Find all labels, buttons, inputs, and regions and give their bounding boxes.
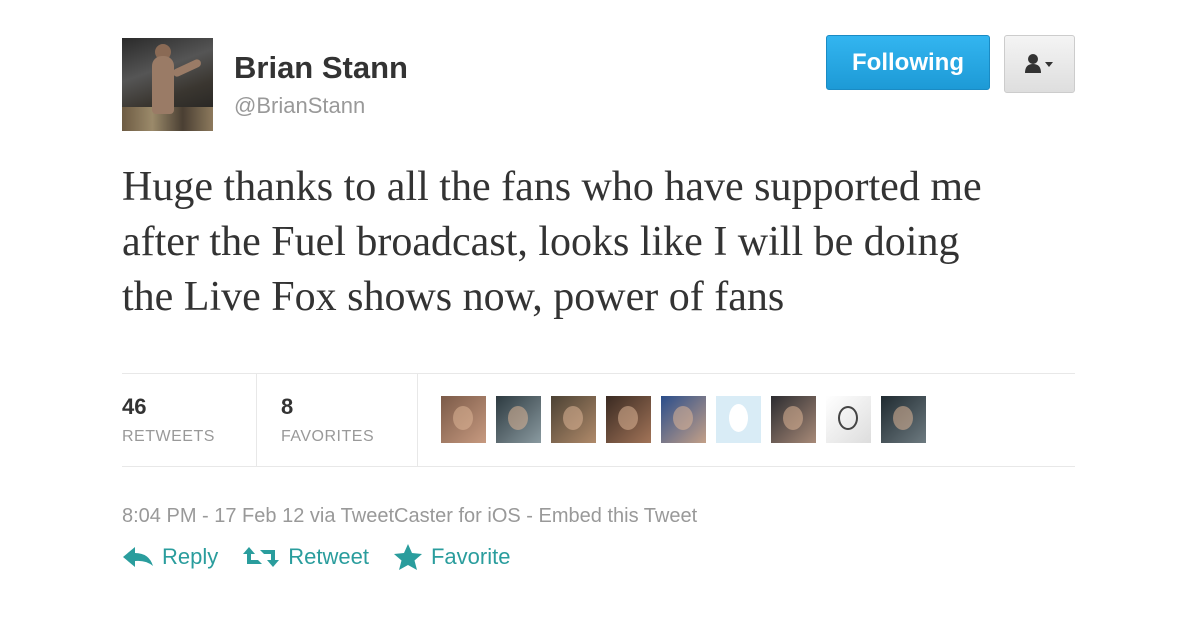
favoriter-avatar[interactable] [606, 396, 651, 443]
favoriter-avatar[interactable] [496, 396, 541, 443]
retweet-icon [243, 547, 280, 567]
tweet-line: after the Fuel broadcast, looks like I w… [122, 219, 960, 265]
reply-label: Reply [162, 544, 219, 569]
user-dropdown-icon [1024, 54, 1053, 73]
tweet-source[interactable]: via TweetCaster for iOS [310, 505, 521, 527]
tweet-metadata: 8:04 PM - 17 Feb 12 via TweetCaster for … [122, 505, 697, 528]
stats-divider-top [122, 373, 1075, 374]
stats-separator [417, 374, 418, 466]
meta-separator: - [526, 505, 533, 527]
favoriter-avatar[interactable] [881, 396, 926, 443]
retweet-label[interactable]: RETWEETS [122, 428, 215, 446]
reply-icon [123, 547, 153, 567]
following-button-label: Following [852, 48, 964, 76]
stats-separator [256, 374, 257, 466]
favoriter-avatar[interactable] [826, 396, 871, 443]
favoriter-avatar[interactable] [551, 396, 596, 443]
avatar-figure-arm [171, 58, 203, 78]
avatar-figure-body [152, 56, 174, 114]
retweet-button[interactable]: Retweet [242, 544, 369, 570]
favorite-label[interactable]: FAVORITES [281, 428, 374, 446]
favorite-button[interactable]: Favorite [393, 543, 510, 571]
tweet-text: Huge thanks to all the fans who have sup… [122, 160, 1102, 325]
tweet-line: Huge thanks to all the fans who have sup… [122, 164, 982, 210]
author-name[interactable]: Brian Stann [234, 50, 408, 86]
reply-button[interactable]: Reply [122, 544, 218, 570]
favoriter-avatar[interactable] [716, 396, 761, 443]
favoriter-avatar[interactable] [661, 396, 706, 443]
favorite-label: Favorite [430, 544, 511, 569]
tweet-timestamp[interactable]: 8:04 PM - 17 Feb 12 [122, 505, 304, 527]
retweet-count[interactable]: 46 [122, 394, 146, 420]
retweet-label: Retweet [288, 544, 369, 569]
author-handle[interactable]: @BrianStann [234, 93, 365, 119]
favoriter-avatar[interactable] [441, 396, 486, 443]
tweet-line: the Live Fox shows now, power of fans [122, 274, 785, 320]
user-actions-button[interactable] [1004, 35, 1075, 93]
favorite-count[interactable]: 8 [281, 394, 293, 420]
favoriter-avatar[interactable] [771, 396, 816, 443]
author-avatar[interactable] [122, 38, 213, 131]
following-button[interactable]: Following [826, 35, 990, 90]
embed-tweet-link[interactable]: Embed this Tweet [539, 505, 698, 527]
stats-divider-bottom [122, 466, 1075, 467]
favoriters-avatars [441, 396, 926, 443]
tweet-actions: Reply Retweet Favorite [122, 543, 510, 571]
star-icon [393, 544, 422, 570]
